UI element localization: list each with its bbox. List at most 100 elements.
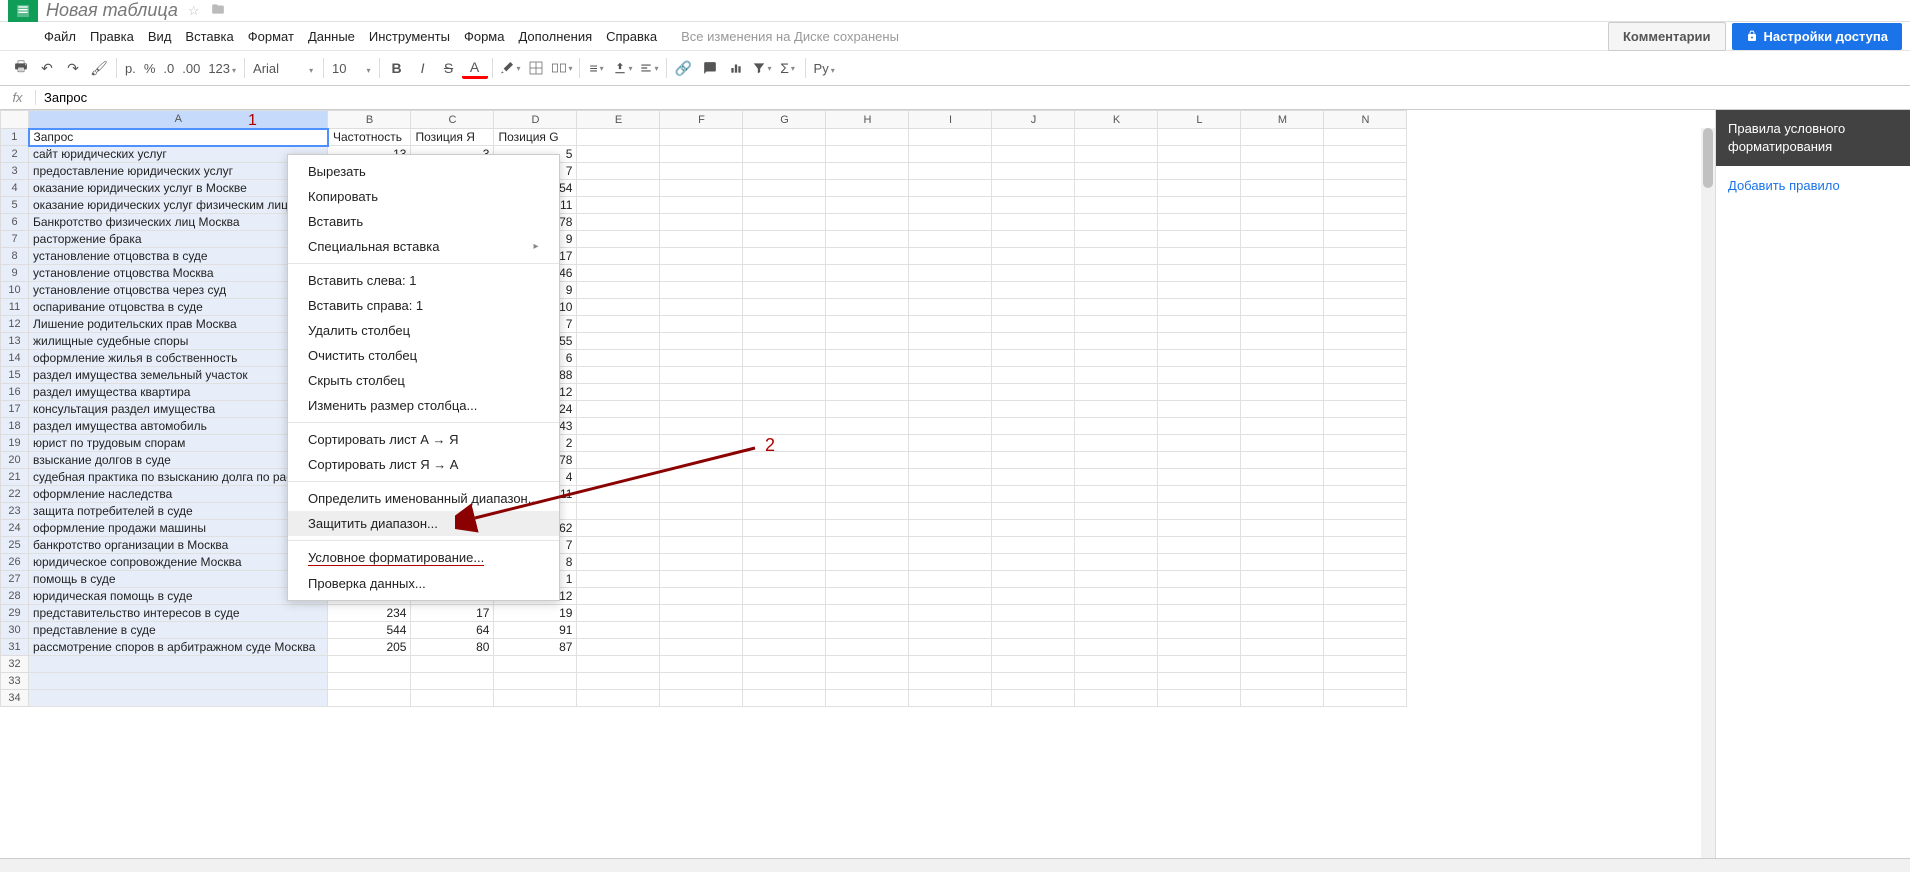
cell[interactable] xyxy=(909,656,992,673)
align-icon[interactable]: ≡▾ xyxy=(584,55,610,81)
row-header[interactable]: 7 xyxy=(1,231,29,248)
cell[interactable] xyxy=(992,214,1075,231)
cell[interactable] xyxy=(1158,486,1241,503)
cell[interactable]: оформление жилья в собственность xyxy=(29,350,328,367)
cell[interactable]: 91 xyxy=(494,622,577,639)
cell[interactable] xyxy=(1075,520,1158,537)
cell[interactable] xyxy=(577,520,660,537)
cell[interactable] xyxy=(1324,690,1407,707)
cell[interactable] xyxy=(660,401,743,418)
col-header-L[interactable]: L xyxy=(1158,111,1241,129)
cell[interactable]: 17 xyxy=(411,605,494,622)
cell[interactable] xyxy=(909,588,992,605)
cell[interactable] xyxy=(826,503,909,520)
cell[interactable] xyxy=(1241,163,1324,180)
cell[interactable] xyxy=(992,129,1075,146)
cell[interactable] xyxy=(826,384,909,401)
cell[interactable] xyxy=(577,367,660,384)
cell[interactable] xyxy=(909,146,992,163)
menu-format[interactable]: Формат xyxy=(248,29,294,44)
percent-format[interactable]: % xyxy=(140,61,160,76)
cell[interactable] xyxy=(743,622,826,639)
cell[interactable] xyxy=(1075,435,1158,452)
cell[interactable] xyxy=(909,469,992,486)
cell[interactable] xyxy=(660,282,743,299)
context-menu-item[interactable]: Защитить диапазон... xyxy=(288,511,559,536)
cell[interactable] xyxy=(1324,163,1407,180)
cell[interactable] xyxy=(1324,622,1407,639)
context-menu-item[interactable]: Очистить столбец xyxy=(288,343,559,368)
cell[interactable] xyxy=(577,571,660,588)
filter-icon[interactable]: ▾ xyxy=(749,55,775,81)
cell[interactable] xyxy=(1075,214,1158,231)
cell[interactable] xyxy=(1324,571,1407,588)
cell[interactable] xyxy=(743,214,826,231)
cell[interactable] xyxy=(992,401,1075,418)
cell[interactable] xyxy=(909,214,992,231)
cell[interactable] xyxy=(1158,333,1241,350)
col-header-H[interactable]: H xyxy=(826,111,909,129)
menu-file[interactable]: Файл xyxy=(44,29,76,44)
row-header[interactable]: 15 xyxy=(1,367,29,384)
cell[interactable] xyxy=(1324,197,1407,214)
cell[interactable] xyxy=(577,129,660,146)
row-header[interactable]: 10 xyxy=(1,282,29,299)
cell[interactable] xyxy=(992,673,1075,690)
context-menu-item[interactable]: Специальная вставка▸ xyxy=(288,234,559,259)
menu-data[interactable]: Данные xyxy=(308,29,355,44)
col-header-B[interactable]: B xyxy=(328,111,411,129)
cell[interactable] xyxy=(826,214,909,231)
context-menu-item[interactable]: Определить именованный диапазон... xyxy=(288,486,559,511)
row-header[interactable]: 19 xyxy=(1,435,29,452)
cell[interactable] xyxy=(411,656,494,673)
context-menu-item[interactable]: Сортировать лист А → Я xyxy=(288,427,559,452)
cell[interactable] xyxy=(743,316,826,333)
cell[interactable] xyxy=(660,452,743,469)
cell[interactable] xyxy=(1075,588,1158,605)
cell[interactable] xyxy=(826,418,909,435)
cell[interactable] xyxy=(660,690,743,707)
cell[interactable] xyxy=(909,316,992,333)
cell[interactable] xyxy=(1324,367,1407,384)
cell[interactable] xyxy=(660,265,743,282)
cell[interactable] xyxy=(1241,418,1324,435)
menu-insert[interactable]: Вставка xyxy=(185,29,233,44)
cell[interactable] xyxy=(660,163,743,180)
cell[interactable] xyxy=(660,435,743,452)
row-header[interactable]: 20 xyxy=(1,452,29,469)
cell[interactable] xyxy=(743,486,826,503)
row-header[interactable]: 13 xyxy=(1,333,29,350)
col-header-G[interactable]: G xyxy=(743,111,826,129)
cell[interactable] xyxy=(577,503,660,520)
cell[interactable] xyxy=(577,537,660,554)
cell[interactable] xyxy=(660,554,743,571)
cell[interactable] xyxy=(1241,469,1324,486)
cell[interactable] xyxy=(826,690,909,707)
cell[interactable] xyxy=(660,639,743,656)
cell[interactable] xyxy=(29,673,328,690)
cell[interactable] xyxy=(909,282,992,299)
cell[interactable] xyxy=(826,282,909,299)
menu-form[interactable]: Форма xyxy=(464,29,505,44)
cell[interactable]: консультация раздел имущества xyxy=(29,401,328,418)
col-header-N[interactable]: N xyxy=(1324,111,1407,129)
cell[interactable] xyxy=(992,146,1075,163)
cell[interactable] xyxy=(577,299,660,316)
cell[interactable] xyxy=(1158,265,1241,282)
cell[interactable] xyxy=(577,673,660,690)
fill-color-icon[interactable]: ▾ xyxy=(497,55,523,81)
cell[interactable]: 205 xyxy=(328,639,411,656)
cell[interactable] xyxy=(1324,316,1407,333)
cell[interactable] xyxy=(1075,503,1158,520)
menu-addons[interactable]: Дополнения xyxy=(518,29,592,44)
cell[interactable] xyxy=(992,622,1075,639)
cell[interactable] xyxy=(660,503,743,520)
cell[interactable]: Лишение родительских прав Москва xyxy=(29,316,328,333)
cell[interactable] xyxy=(1158,435,1241,452)
row-header[interactable]: 27 xyxy=(1,571,29,588)
font-size-selector[interactable]: 10▾ xyxy=(328,61,374,76)
cell[interactable] xyxy=(328,673,411,690)
cell[interactable]: оказание юридических услуг физическим ли… xyxy=(29,197,328,214)
cell[interactable] xyxy=(1075,537,1158,554)
row-header[interactable]: 11 xyxy=(1,299,29,316)
